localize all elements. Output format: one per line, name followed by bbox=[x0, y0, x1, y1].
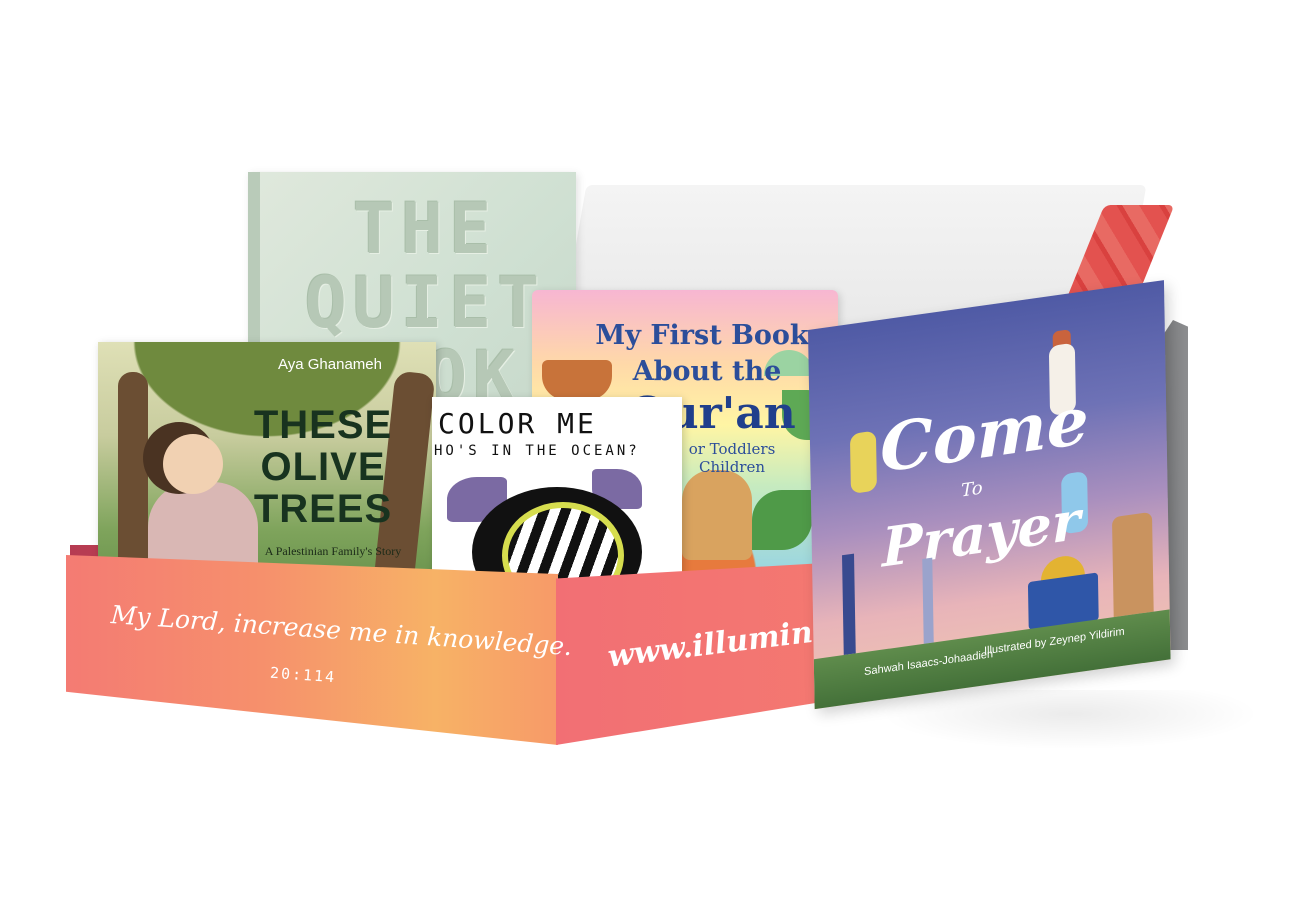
book-title-line1: My First Book bbox=[595, 320, 809, 351]
minaret-illustration bbox=[922, 557, 934, 644]
book-come-to-prayer: Come To Prayer Sahwah Isaacs-Johaadien I… bbox=[808, 280, 1198, 730]
book-author: Aya Ghanameh bbox=[278, 356, 382, 373]
book-title-line2: To bbox=[960, 477, 983, 502]
girl-head-illustration bbox=[163, 434, 223, 494]
child-illustration bbox=[849, 430, 877, 495]
book-subtitle-line1: or Toddlers bbox=[688, 440, 776, 458]
book-title: THESE OLIVE TREES bbox=[253, 403, 393, 531]
tower-illustration bbox=[1111, 511, 1154, 618]
camel-illustration bbox=[682, 470, 752, 560]
leaf-illustration bbox=[752, 490, 812, 550]
book-title-line1: Come bbox=[879, 380, 1090, 488]
book-title-line1: COLOR ME bbox=[438, 407, 597, 440]
book-subtitle-line2: Children bbox=[698, 458, 766, 476]
book-title-line2: HO'S IN THE OCEAN? bbox=[434, 443, 640, 459]
book-subtitle: A Palestinian Family's Story bbox=[264, 544, 402, 558]
book-cover: Come To Prayer Sahwah Isaacs-Johaadien I… bbox=[808, 280, 1171, 710]
book-title-line2: About the bbox=[632, 356, 782, 387]
minaret-illustration bbox=[842, 553, 856, 656]
product-scene: THE QUIET BOOK My First Book About the Q… bbox=[0, 0, 1304, 920]
